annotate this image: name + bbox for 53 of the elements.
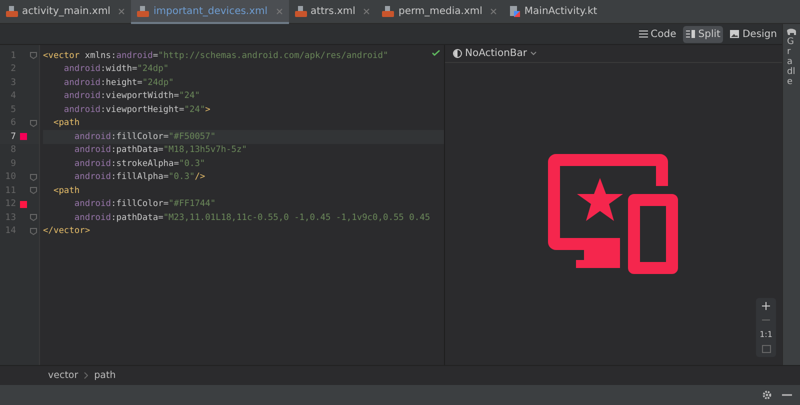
file-tab[interactable]: attrs.xml: [288, 0, 376, 24]
view-mode-button[interactable]: Split: [683, 26, 724, 42]
fold-icon[interactable]: [30, 120, 37, 126]
code-line: android:fillColor="#F50057": [73, 132, 216, 142]
file-tab[interactable]: perm_media.xml: [376, 0, 504, 24]
close-icon[interactable]: [118, 8, 126, 14]
image-icon: [730, 30, 740, 38]
file-tab[interactable]: activity_main.xml: [0, 0, 132, 24]
zoom-reset-button[interactable]: 1:1: [760, 330, 772, 339]
xml-file-icon: [382, 6, 394, 16]
zoom-in-icon[interactable]: [762, 302, 770, 310]
gradle-tool-tab[interactable]: Gradle: [787, 38, 796, 88]
monitor-phone-icon: [548, 154, 680, 274]
view-mode-button[interactable]: Code: [636, 26, 680, 42]
code-line: android:width="24dp": [62, 64, 169, 74]
fold-icon[interactable]: [30, 52, 37, 59]
code-line: <path: [52, 118, 80, 128]
code-line: android:fillColor="#FF1744": [73, 199, 216, 210]
code-line: android:viewportWidth="24": [62, 91, 200, 102]
code-line: android:pathData="M18,13h5v7h-5z": [73, 145, 247, 156]
fold-icon[interactable]: [30, 228, 37, 234]
fold-icon[interactable]: [30, 174, 37, 180]
kotlin-file-icon: [509, 6, 520, 16]
xml-file-icon: [6, 6, 18, 16]
view-mode-button[interactable]: Design: [727, 26, 780, 42]
code-line: </vector>: [43, 226, 90, 236]
fit-screen-icon[interactable]: [762, 345, 770, 353]
theme-dropdown[interactable]: NoActionBar: [453, 48, 538, 59]
code-line: android:fillAlpha="0.3"/>: [73, 172, 206, 182]
breadcrumb-item[interactable]: path: [94, 370, 116, 381]
code-line: <path: [52, 186, 80, 196]
line-number: 7: [10, 132, 16, 142]
check-icon: [432, 50, 440, 56]
xml-file-icon: [294, 6, 307, 16]
file-tab[interactable]: MainActivity.kt: [503, 0, 604, 24]
code-line: android:height="24dp": [62, 78, 174, 88]
code-line: android:pathData="M23,11.01L18,11c-0.55,0 -1,0.45 -1,1v9c0,0.55 0.45: [73, 212, 430, 223]
code-line: android:strokeAlpha="0.3": [73, 158, 206, 169]
fold-icon[interactable]: [30, 187, 37, 194]
settings-icon[interactable]: [762, 390, 772, 400]
chevron-icon: [84, 372, 88, 379]
fold-icon[interactable]: [30, 214, 37, 221]
close-icon[interactable]: [276, 8, 283, 14]
code-line: <vector xmlns:android="http://schemas.android.com/apk/res/android": [43, 50, 388, 61]
theme-icon: [453, 49, 462, 58]
close-icon[interactable]: [490, 8, 498, 14]
breadcrumb-item[interactable]: vector: [48, 370, 78, 381]
caret-icon: [530, 51, 538, 56]
xml-file-icon: [137, 6, 150, 16]
close-icon[interactable]: [363, 8, 370, 14]
lines-icon: [638, 30, 648, 38]
code-line: android:viewportHeight="24">: [62, 104, 210, 115]
split-icon: [686, 30, 696, 38]
